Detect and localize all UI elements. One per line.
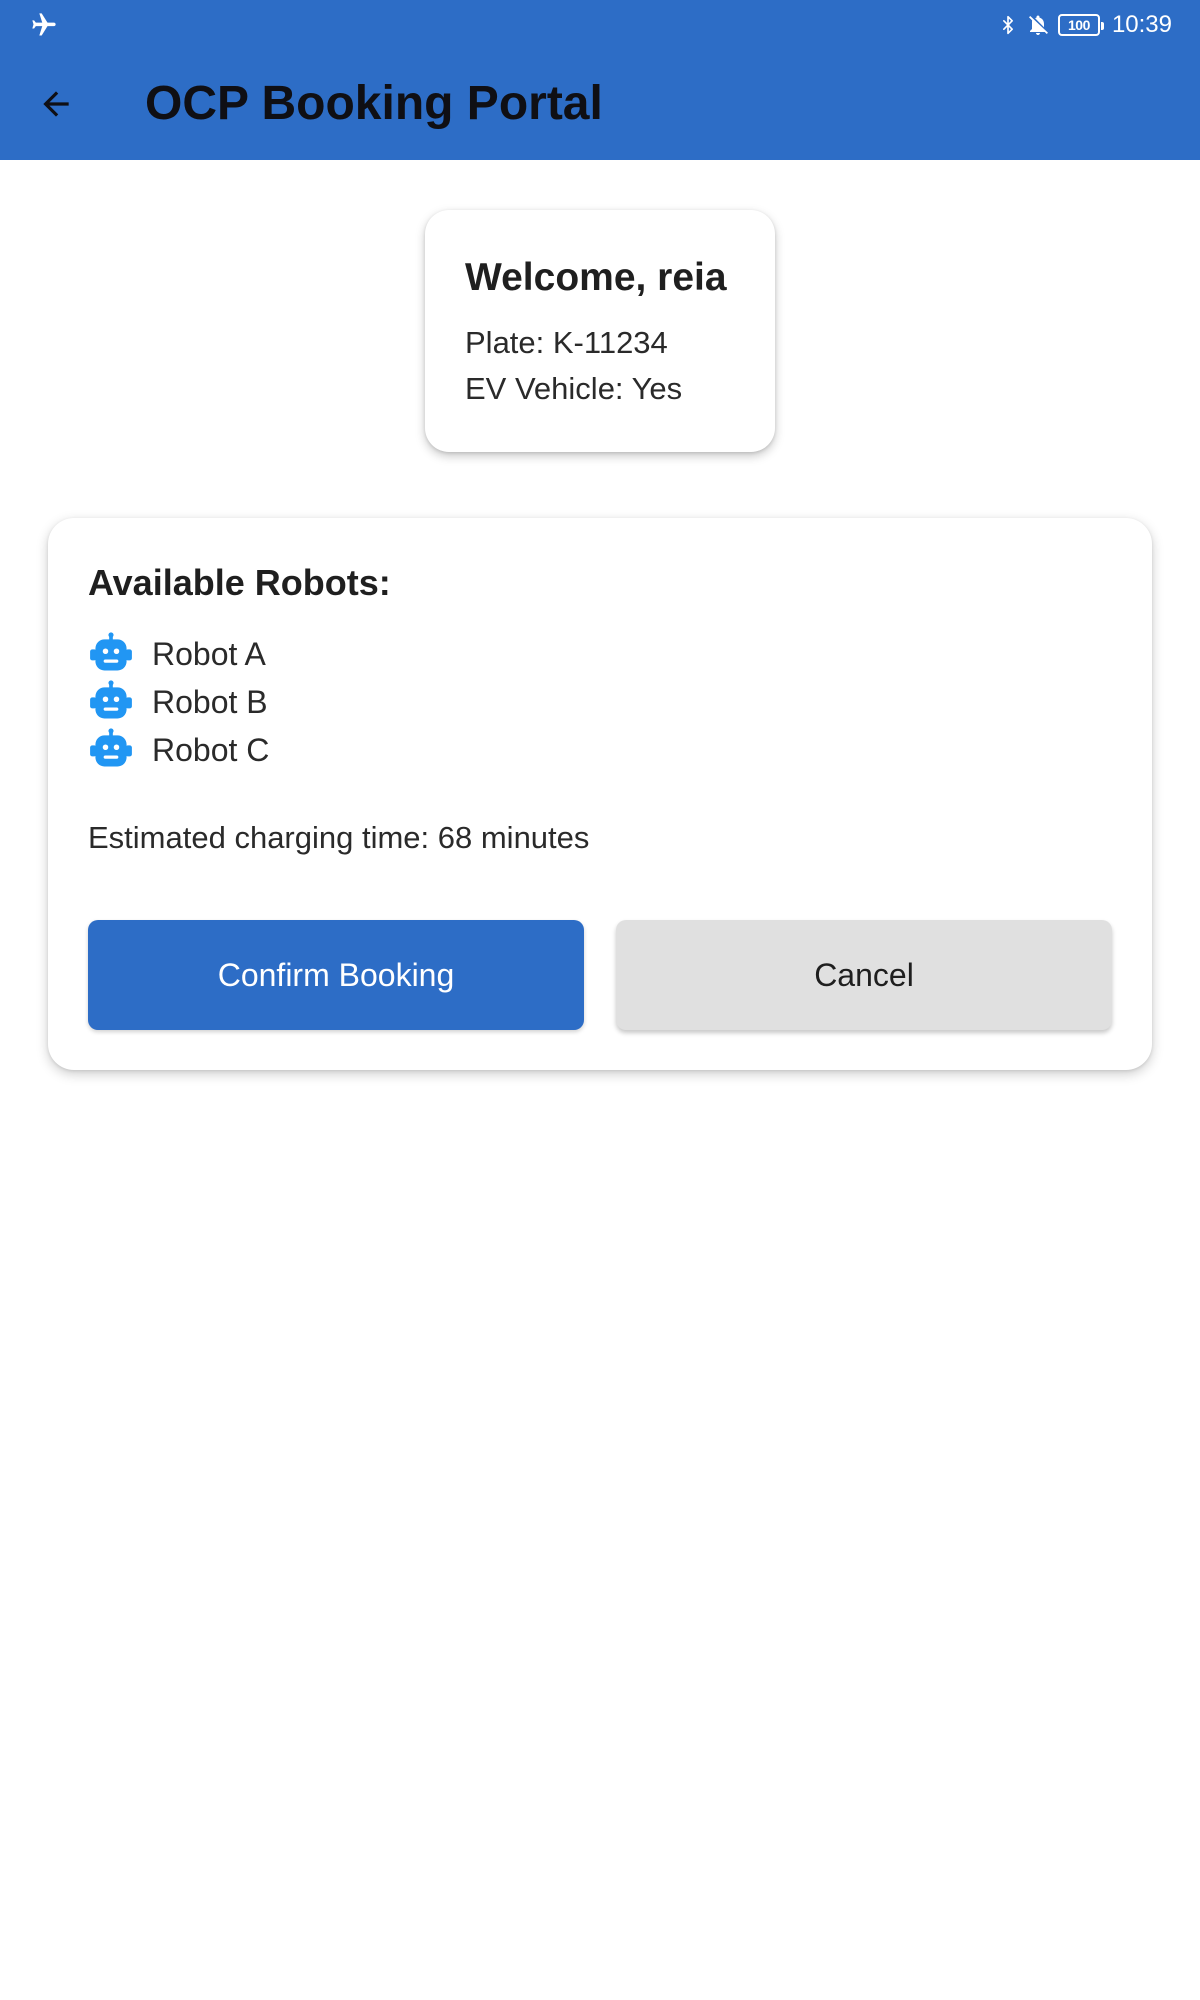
status-time: 10:39 bbox=[1111, 11, 1172, 38]
ev-vehicle-status: EV Vehicle: Yes bbox=[465, 371, 683, 406]
robot-icon bbox=[88, 727, 134, 773]
airplane-mode-icon bbox=[32, 13, 56, 36]
status-icons: 100 10:39 bbox=[998, 8, 1172, 42]
robot-icon bbox=[88, 679, 134, 725]
robots-card: Available Robots: Robot A Robot B Robot … bbox=[48, 518, 1152, 1070]
battery-level: 100 bbox=[1068, 17, 1090, 33]
battery-icon: 100 bbox=[1057, 14, 1104, 36]
back-button[interactable] bbox=[26, 74, 86, 134]
bluetooth-icon bbox=[1002, 15, 1013, 35]
page-title: OCP Booking Portal bbox=[145, 77, 603, 130]
robot-label: Robot B bbox=[152, 683, 268, 720]
cancel-button[interactable]: Cancel bbox=[616, 920, 1112, 1030]
app-bar: 100 10:39 OCP Booking Portal bbox=[0, 0, 1200, 160]
arrow-back-icon bbox=[43, 91, 69, 117]
plate-number: Plate: K-11234 bbox=[465, 325, 668, 360]
robot-label: Robot C bbox=[152, 731, 270, 768]
robot-icon bbox=[88, 631, 134, 677]
charging-time-estimate: Estimated charging time: 68 minutes bbox=[88, 820, 590, 855]
robot-list: Robot A Robot B Robot C bbox=[88, 630, 269, 774]
list-item: Robot A bbox=[88, 630, 269, 678]
robots-heading: Available Robots: bbox=[88, 562, 391, 603]
list-item: Robot C bbox=[88, 726, 269, 774]
list-item: Robot B bbox=[88, 678, 269, 726]
robot-label: Robot A bbox=[152, 635, 266, 672]
status-bar: 100 10:39 bbox=[0, 0, 1200, 50]
welcome-card: Welcome, reia Plate: K-11234 EV Vehicle:… bbox=[425, 210, 775, 452]
notifications-off-icon bbox=[1028, 15, 1048, 35]
welcome-greeting: Welcome, reia bbox=[465, 256, 727, 299]
confirm-booking-button[interactable]: Confirm Booking bbox=[88, 920, 584, 1030]
